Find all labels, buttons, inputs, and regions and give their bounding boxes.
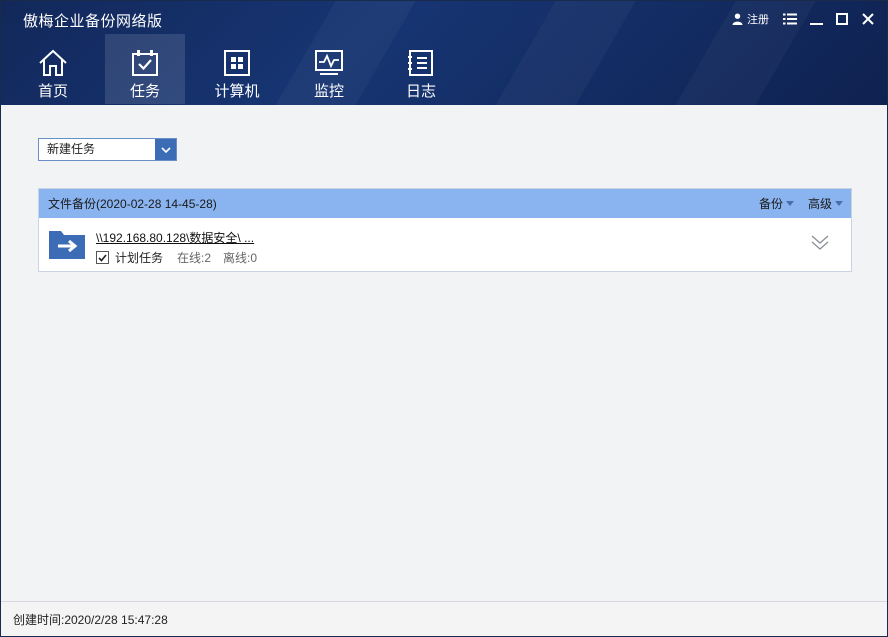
- tab-computers[interactable]: 计算机: [197, 34, 277, 104]
- minimize-button[interactable]: [803, 7, 829, 31]
- app-title: 傲梅企业备份网络版: [23, 13, 163, 30]
- maximize-icon: [836, 13, 848, 25]
- advanced-menu[interactable]: 高级: [808, 195, 843, 212]
- status-bar: 创建时间:2020/2/28 15:47:28: [1, 601, 887, 636]
- scheduled-task-label: 计划任务: [115, 251, 164, 265]
- tab-monitor[interactable]: 监控: [289, 34, 369, 104]
- scheduled-task-checkbox[interactable]: [96, 251, 109, 264]
- computer-icon: [224, 50, 250, 76]
- tab-home-label: 首页: [37, 83, 68, 100]
- task-header: 文件备份(2020-02-28 14-45-28) 备份 高级: [39, 189, 851, 218]
- close-icon: [862, 13, 874, 25]
- menu-list-icon: [783, 13, 797, 25]
- advanced-menu-label: 高级: [807, 197, 832, 211]
- task-card: 文件备份(2020-02-28 14-45-28) 备份 高级 \\192.16…: [38, 188, 852, 272]
- home-icon: [39, 49, 67, 76]
- backup-menu-label: 备份: [758, 197, 783, 211]
- new-task-dropdown-value: 新建任务: [47, 142, 96, 156]
- task-meta: 计划任务 在线:2 离线:0: [96, 249, 269, 266]
- tab-logs[interactable]: 日志: [381, 34, 461, 104]
- folder-backup-icon: [49, 231, 85, 259]
- close-button[interactable]: [855, 7, 881, 31]
- tab-computers-label: 计算机: [214, 83, 260, 100]
- chevron-down-icon: [160, 146, 171, 153]
- task-title: 文件备份(2020-02-28 14-45-28): [48, 197, 217, 211]
- maximize-button[interactable]: [829, 7, 855, 31]
- tab-tasks-label: 任务: [129, 83, 160, 100]
- offline-count: 离线:0: [223, 251, 258, 265]
- window-controls: 注册: [732, 7, 881, 31]
- task-source-path[interactable]: \\192.168.80.128\数据安全\ ...: [96, 229, 254, 246]
- new-task-dropdown-toggle[interactable]: [155, 139, 176, 160]
- created-time: 创建时间:2020/2/28 15:47:28: [13, 612, 168, 627]
- title-bar: 傲梅企业备份网络版 注册 首页 任务 计算机 监控 日志: [1, 1, 887, 105]
- backup-menu[interactable]: 备份: [759, 195, 794, 212]
- main-content: 新建任务 文件备份(2020-02-28 14-45-28) 备份 高级 \\1…: [1, 105, 887, 601]
- log-icon: [408, 50, 433, 76]
- caret-down-icon: [785, 201, 794, 206]
- task-body: \\192.168.80.128\数据安全\ ... 计划任务 在线:2 离线:…: [39, 218, 851, 271]
- user-icon: [732, 13, 743, 25]
- main-nav: 首页 任务 计算机 监控 日志: [13, 34, 473, 104]
- tab-logs-label: 日志: [405, 83, 436, 100]
- checkmark-icon: [98, 253, 107, 262]
- minimize-icon: [809, 23, 823, 25]
- login-label: 注册: [747, 14, 769, 26]
- tab-tasks[interactable]: 任务: [105, 34, 185, 104]
- expand-chevron-icon[interactable]: [811, 234, 829, 252]
- caret-down-icon: [835, 201, 843, 206]
- tab-monitor-label: 监控: [313, 83, 344, 100]
- login-button[interactable]: 注册: [732, 7, 769, 31]
- monitor-icon: [315, 50, 343, 75]
- main-menu-button[interactable]: [777, 7, 803, 31]
- app-window: 傲梅企业备份网络版 注册 首页 任务 计算机 监控 日志 新建任务 文件备份(2…: [0, 0, 888, 637]
- task-icon: [132, 50, 158, 76]
- online-count: 在线:2: [177, 251, 212, 265]
- new-task-dropdown[interactable]: 新建任务: [38, 138, 177, 161]
- tab-home[interactable]: 首页: [13, 34, 93, 104]
